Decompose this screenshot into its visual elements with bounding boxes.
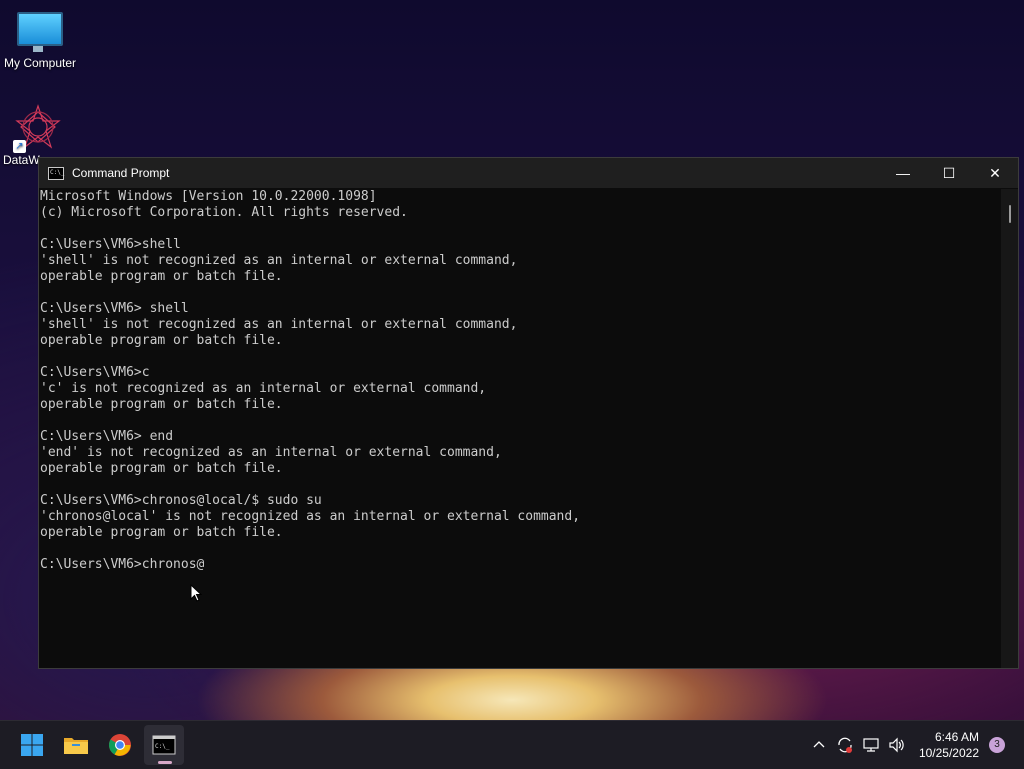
terminal-line: C:\Users\VM6>c	[40, 365, 150, 380]
file-explorer-button[interactable]	[56, 725, 96, 765]
mouse-cursor-icon	[190, 584, 202, 602]
sync-icon[interactable]	[833, 733, 857, 757]
chevron-up-icon[interactable]	[807, 733, 831, 757]
terminal-output[interactable]: Microsoft Windows [Version 10.0.22000.10…	[39, 189, 1001, 668]
terminal-line: operable program or batch file.	[40, 525, 283, 540]
close-button[interactable]: ✕	[972, 158, 1018, 188]
desktop-icon-my-computer[interactable]: My Computer	[0, 8, 80, 70]
terminal-line: Microsoft Windows [Version 10.0.22000.10…	[40, 189, 377, 204]
terminal-line: 'shell' is not recognized as an internal…	[40, 253, 518, 268]
notification-badge[interactable]: 3	[989, 737, 1005, 753]
terminal-icon	[48, 166, 64, 180]
terminal-line: 'c' is not recognized as an internal or …	[40, 381, 487, 396]
terminal-line: C:\Users\VM6>chronos@local/$ sudo su	[40, 493, 322, 508]
minimize-button[interactable]: —	[880, 158, 926, 188]
system-tray: 6:46 AM 10/25/2022 3	[807, 721, 1024, 769]
terminal-line: 'chronos@local' is not recognized as an …	[40, 509, 581, 524]
terminal-icon: C:\_	[152, 735, 176, 755]
terminal-line: C:\Users\VM6> end	[40, 429, 174, 444]
terminal-line: 'shell' is not recognized as an internal…	[40, 317, 518, 332]
maximize-button[interactable]: ☐	[926, 158, 972, 188]
terminal-line: (c) Microsoft Corporation. All rights re…	[40, 205, 408, 220]
clock[interactable]: 6:46 AM 10/25/2022	[919, 729, 979, 761]
taskbar: C:\_ 6:46 AM 10/25/2022 3	[0, 720, 1024, 769]
network-icon[interactable]	[859, 733, 883, 757]
desktop-icon-label: My Computer	[3, 56, 77, 70]
svg-text:C:\_: C:\_	[155, 743, 170, 750]
windows-logo-icon	[21, 734, 43, 756]
window-title: Command Prompt	[72, 166, 170, 180]
chrome-icon	[109, 734, 131, 756]
command-prompt-taskbar-button[interactable]: C:\_	[144, 725, 184, 765]
shortcut-arrow-icon: ↗	[13, 140, 26, 153]
chrome-button[interactable]	[100, 725, 140, 765]
terminal-line: operable program or batch file.	[40, 269, 283, 284]
start-button[interactable]	[12, 725, 52, 765]
volume-icon[interactable]	[885, 733, 909, 757]
terminal-line: C:\Users\VM6> shell	[40, 301, 189, 316]
clock-time: 6:46 AM	[934, 730, 979, 744]
terminal-line: operable program or batch file.	[40, 397, 283, 412]
terminal-line: operable program or batch file.	[40, 333, 283, 348]
terminal-line: C:\Users\VM6>shell	[40, 237, 181, 252]
scrollbar-thumb[interactable]	[1009, 205, 1011, 223]
terminal-prompt-line[interactable]: C:\Users\VM6>chronos@	[39, 557, 1001, 573]
window-titlebar[interactable]: Command Prompt — ☐ ✕	[39, 158, 1018, 188]
command-prompt-window[interactable]: Command Prompt — ☐ ✕ Microsoft Windows […	[38, 157, 1019, 669]
folder-icon	[64, 738, 88, 754]
monitor-icon	[17, 12, 63, 52]
terminal-line: operable program or batch file.	[40, 461, 283, 476]
vertical-scrollbar[interactable]	[1001, 189, 1018, 668]
clock-date: 10/25/2022	[918, 746, 979, 760]
terminal-line: 'end' is not recognized as an internal o…	[40, 445, 502, 460]
